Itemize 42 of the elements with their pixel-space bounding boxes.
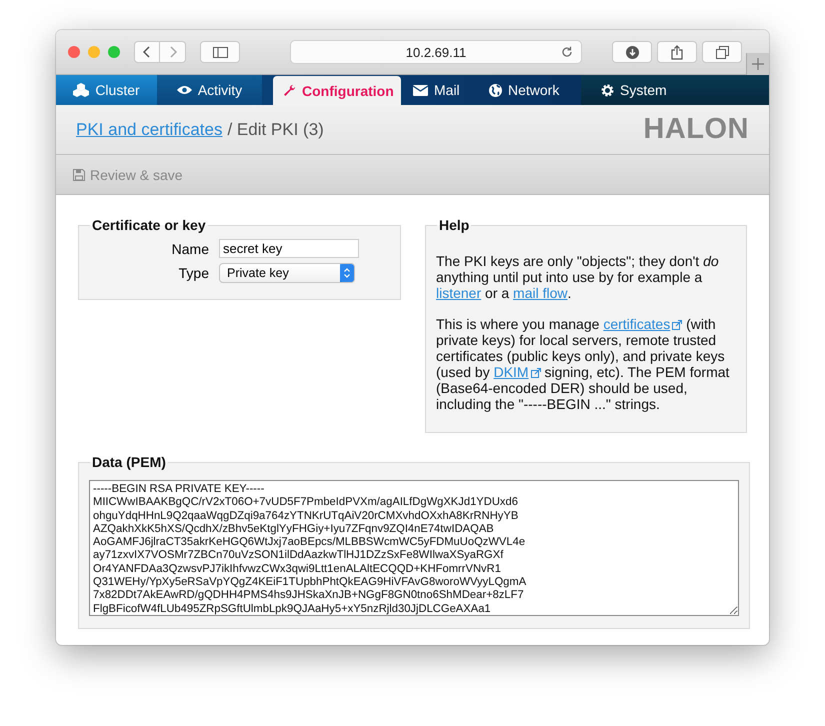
envelope-icon [413,84,428,96]
share-button[interactable] [657,41,697,63]
tabs-button[interactable] [702,41,742,63]
help-text: This is where you manage certificates (with private keys) for local servers, remote trusted certificates (public keys only), and private keys (used by DKIM signing, etc). The PEM format (Base64-encoded DER) should be used, including the "-----BEGIN ..." strings. [436,316,730,412]
nav-tab[interactable]: System [581,75,769,105]
cubes-icon [73,83,90,97]
breadcrumb-current: / Edit PKI (3) [227,120,324,140]
address-field[interactable]: 10.2.69.11 [290,40,582,64]
back-button[interactable] [134,41,160,63]
wrench-icon [283,84,296,97]
help-text: The PKI keys are only "objects"; they don't do anything until put into use by for example a listener or a mail flow. [436,253,720,301]
external-link-icon [530,368,541,378]
nav-tab[interactable]: Cluster [56,75,157,105]
name-field[interactable]: secret key [219,239,359,258]
field-label: Type [178,265,209,281]
nav-tab[interactable]: Configuration [273,76,401,105]
download-icon [626,46,638,58]
section-title: Data (PEM) [91,454,167,470]
section-title: Help [438,217,470,233]
nav-tab[interactable]: Network [477,75,581,105]
logo: HALON [643,113,749,146]
nav-tab[interactable]: Mail [401,75,477,105]
chevron-left-icon [143,46,151,58]
chevron-right-icon [168,46,176,58]
section-title: Certificate or key [91,217,207,233]
share-icon [671,44,683,60]
external-link-icon [672,320,682,330]
type-select[interactable]: Private key [219,263,355,283]
sidebar-button[interactable] [200,41,240,63]
nav-tab[interactable]: Activity [157,75,262,105]
field-label: Name [170,240,209,256]
sidebar-icon [212,46,228,58]
reload-icon[interactable] [561,46,573,58]
download-button[interactable] [612,41,652,63]
globe-icon [489,84,502,96]
tabs-icon [716,46,728,58]
stepper-icon [340,264,354,282]
gear-icon [601,84,614,96]
eye-icon [176,85,192,95]
pem-text-area[interactable]: -----BEGIN RSA PRIVATE KEY----- MIICWwIBAAKBgQC/rV2xT06O+7vUD5F7PmbeIdPVXm/agAILfDgWgXKJd1YDUxd6 ohguYdqHHnL9Q2qaaWqgDZqi9a764zYTNKrUTqAiV20rCMXvhdOXxhA8KrRNHyYB AZQakhXkK5hXS/QcdhX/zBhv5eKtglYyFHGiy+Iyu7ZFqnv9ZQI4nE74twIDAQAB AoGAMFJ6jlraCT35akrKeHGQ6WtJxj7aoBEpcs/MLBBSWcmWC5yFDMuUoQzWVL4e ay71zxvIX7VOSMr7ZBCn70uVzSON1ilDdAazkwTlHJ1DZzSxFe8WIlwaXSyaRGXf Or4YANFDAa3QzwsvPJ7ikIhfvwzCWx3qwi9Ltt1enALAltECQQD+KHFomrrVNvR1 Q31WEHy/YpXy5eRSaVpYQgZ4KEiF1TUpbhPhtQkEAG9HiVFAvG8woroWVyyLQgmA 7x82DDt7AkEAwRD/gQDHH4PMS4hs9JHSkaXnJB+NGgF8GN0tno6ShMDear+8zLF7 FlgBFicofW4fLUb495ZRpSGftUlmbLpk9QJAaHy5+xY5nzRjld30JjDLCGeAXAa1 [89,480,739,616]
plus-icon [752,58,764,70]
new-tab-button[interactable] [746,53,769,75]
